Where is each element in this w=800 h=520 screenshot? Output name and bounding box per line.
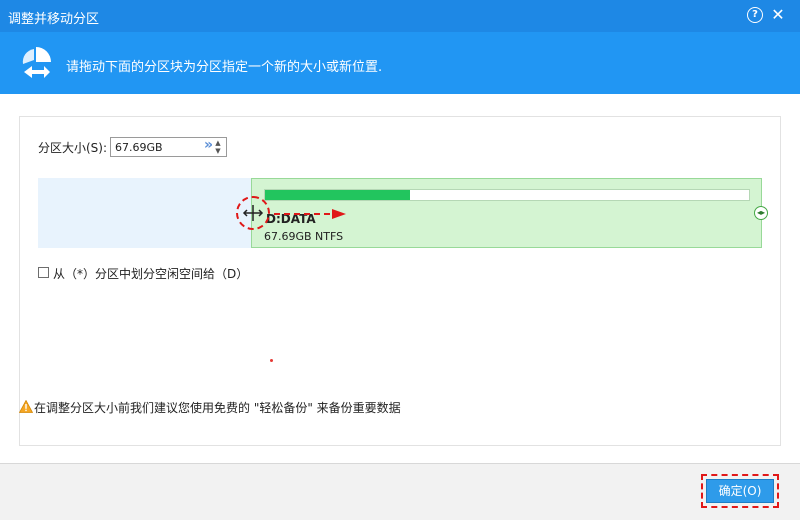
left-resize-handle[interactable] [236,196,270,230]
unallocated-space-block [38,178,251,248]
allocate-free-space-checkbox[interactable] [38,267,49,278]
help-button[interactable]: ? [747,7,763,23]
size-spinner[interactable]: ▲ ▼ [213,139,223,155]
allocate-free-space-label: 从（*）分区中划分空闲空间给（D） [53,267,249,281]
partition-usage-bar [264,189,750,201]
banner-text: 请拖动下面的分区块为分区指定一个新的大小或新位置. [66,60,383,75]
move-resize-icon [22,47,51,78]
expand-options-button[interactable]: » [204,137,213,153]
warning-triangle-icon [19,400,33,413]
drag-direction-arrow [274,209,346,219]
marker-dot [270,359,273,362]
dialog-footer [0,463,800,520]
resize-handle-icon[interactable]: ◂▸ [754,206,768,220]
partition-size-info: 67.69GB NTFS [264,230,344,243]
resize-arrows-icon [242,205,264,221]
ok-button-highlight: 确定(O) [701,474,779,508]
partition-usage-fill [265,190,411,200]
partition-size-label: 分区大小(S): [38,141,108,155]
partition-size-value: 67.69GB [115,141,163,154]
title-bar: 调整并移动分区 ? ✕ [0,0,800,32]
window-title: 调整并移动分区 [8,12,100,27]
ok-button[interactable]: 确定(O) [706,479,774,503]
instruction-banner: 请拖动下面的分区块为分区指定一个新的大小或新位置. [0,32,800,94]
close-button[interactable]: ✕ [770,7,786,23]
backup-warning-text: 在调整分区大小前我们建议您使用免费的 "轻松备份" 来备份重要数据 [34,401,401,415]
